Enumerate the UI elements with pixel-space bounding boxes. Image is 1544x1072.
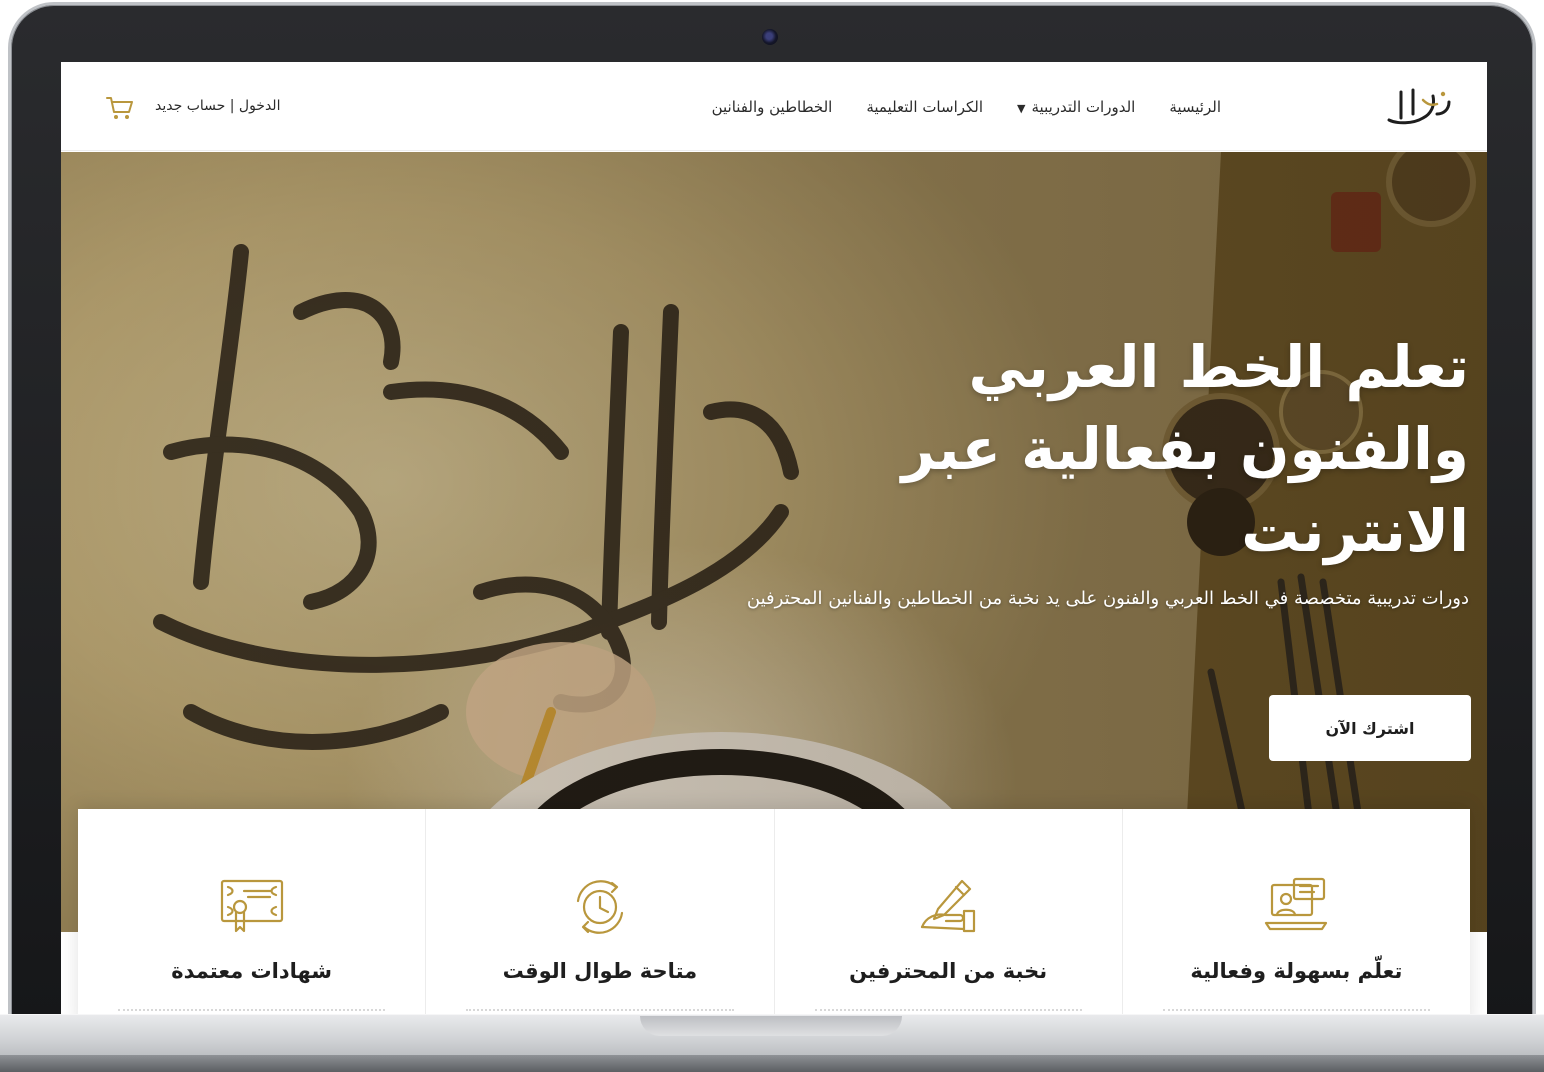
nav-courses-label: الدورات التدريبية (1031, 98, 1136, 116)
navbar: الرئيسية الدورات التدريبية ▼ الكراسات الت… (61, 62, 1487, 151)
website-screen: الرئيسية الدورات التدريبية ▼ الكراسات الت… (61, 62, 1487, 1015)
laptop-base-edge (0, 1055, 1544, 1072)
chevron-down-icon: ▼ (1017, 102, 1026, 115)
writing-hand-icon (921, 879, 976, 933)
features-strip: تعلّم بسهولة وفعالية نخبة من المحترفين م… (78, 809, 1470, 1015)
hero-subtitle: دورات تدريبية متخصصة في الخط العربي والف… (746, 588, 1469, 609)
certificate-icon (220, 879, 283, 933)
feature-title: نخبة من المحترفين (849, 959, 1048, 983)
nav-courses[interactable]: الدورات التدريبية ▼ (1017, 98, 1135, 116)
feature-card: نخبة من المحترفين (773, 809, 1122, 1015)
nav-home[interactable]: الرئيسية (1169, 98, 1221, 116)
laptop-frame: الرئيسية الدورات التدريبية ▼ الكراسات الت… (0, 0, 1544, 1072)
clock-cycle-icon (576, 880, 623, 934)
online-learning-icon (1265, 877, 1328, 931)
nav-booklets[interactable]: الكراسات التعليمية (866, 98, 983, 116)
hero-title: تعلم الخط العربي والفنون بفعالية عبر الا… (901, 333, 1469, 565)
subscribe-now-button[interactable]: اشترك الآن (1269, 695, 1471, 761)
cart-icon[interactable] (105, 95, 135, 121)
feature-title: متاحة طوال الوقت (502, 959, 698, 983)
feature-card: متاحة طوال الوقت (425, 809, 773, 1015)
login-register-link[interactable]: الدخول | حساب جديد (155, 98, 280, 114)
feature-title: شهادات معتمدة (171, 959, 333, 983)
feature-card: شهادات معتمدة (78, 809, 425, 1015)
laptop-notch (640, 1016, 902, 1036)
main-menu: الرئيسية الدورات التدريبية ▼ الكراسات الت… (712, 98, 1221, 116)
webcam (762, 29, 778, 45)
site-logo[interactable] (1383, 84, 1455, 130)
feature-card: تعلّم بسهولة وفعالية (1121, 809, 1470, 1015)
nav-artists[interactable]: الخطاطين والفنانين (712, 98, 833, 116)
feature-title: تعلّم بسهولة وفعالية (1190, 959, 1403, 983)
